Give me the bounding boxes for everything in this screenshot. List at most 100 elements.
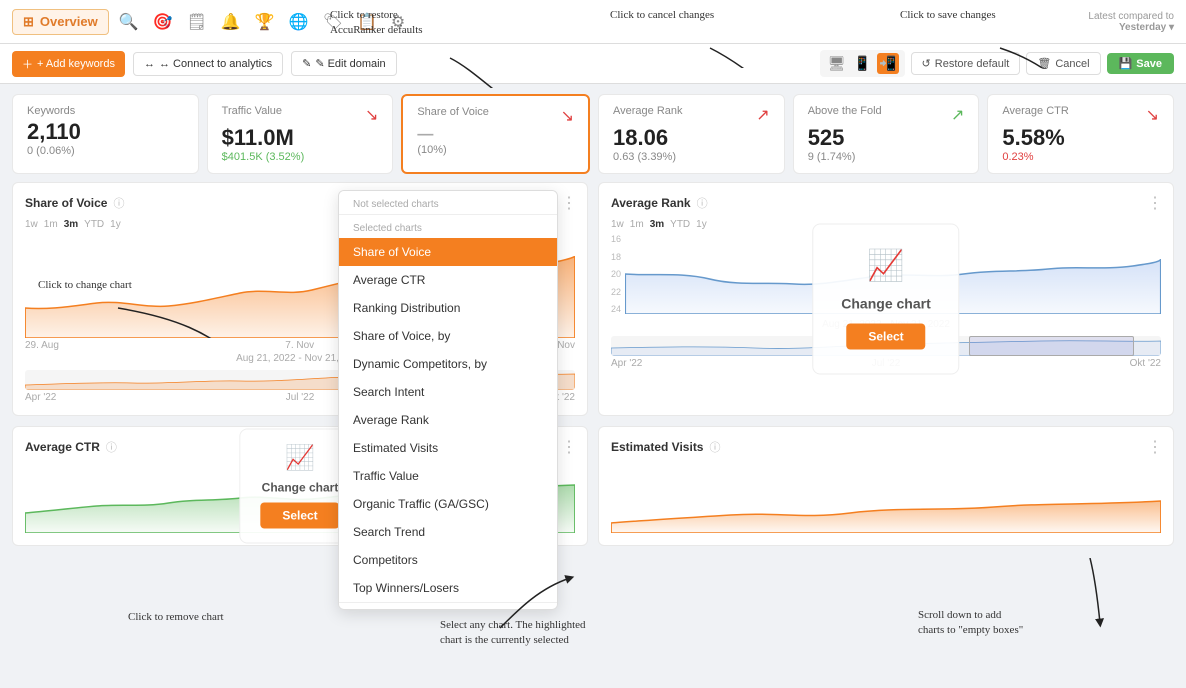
traffic-value-value: $11.0M: [222, 125, 379, 151]
select-chart-button[interactable]: Select: [846, 324, 925, 350]
latest-compare-label: Latest compared to Yesterday ▾: [1088, 11, 1174, 33]
remove-chart-annotation: Click to remove chart: [128, 610, 224, 625]
average-rank-arrow: ↗: [756, 105, 769, 125]
overview-label: Overview: [40, 14, 98, 29]
settings-icon[interactable]: ⚙: [391, 12, 405, 32]
ar-nav-handle[interactable]: [969, 336, 1134, 356]
ctr-info-icon: ⓘ: [106, 439, 117, 455]
ev-info-icon: ⓘ: [709, 439, 720, 455]
desktop-icon[interactable]: 🖥: [826, 53, 848, 74]
share-of-voice-arrow: ↘: [561, 106, 574, 126]
save-button[interactable]: 💾 Save: [1107, 53, 1174, 74]
average-ctr-label: Average CTR: [1002, 105, 1068, 117]
sov-1m[interactable]: 1m: [44, 219, 58, 230]
ctr-more-button[interactable]: ⋮: [561, 437, 577, 457]
dropdown-item-average-ctr[interactable]: Average CTR: [339, 266, 557, 294]
estimated-visits-chart: Estimated Visits ⓘ ⋮: [598, 426, 1174, 546]
overview-nav-item[interactable]: ⊞ Overview: [12, 9, 109, 35]
ctr-change-icon: 📈: [285, 444, 315, 473]
above-fold-value: 525: [808, 125, 965, 151]
sov-chart-title: Share of Voice: [25, 196, 107, 210]
ar-more-button[interactable]: ⋮: [1147, 193, 1163, 213]
average-rank-chart: Average Rank ⓘ ⋮ 1w 1m 3m YTD 1y 1618202…: [598, 182, 1174, 416]
dropdown-item-share-of-voice[interactable]: Share of Voice: [339, 238, 557, 266]
trash-icon: 🗑: [1037, 57, 1051, 70]
ev-more-button[interactable]: ⋮: [1147, 437, 1163, 457]
dropdown-item-organic-traffic[interactable]: Organic Traffic (GA/GSC): [339, 490, 557, 518]
dropdown-item-average-rank[interactable]: Average Rank: [339, 406, 557, 434]
share-of-voice-label: Share of Voice: [417, 106, 489, 118]
stats-row: Keywords 2,110 0 (0.06%) Traffic Value ↘…: [0, 84, 1186, 182]
ar-3m[interactable]: 3m: [650, 219, 664, 230]
dropdown-item-search-trend[interactable]: Search Trend: [339, 518, 557, 546]
globe-icon[interactable]: 🌐: [289, 12, 309, 32]
cancel-button[interactable]: 🗑 Cancel: [1026, 52, 1100, 75]
stat-above-fold: Above the Fold ↗ 525 9 (1.74%): [793, 94, 980, 174]
sov-3m[interactable]: 3m: [64, 219, 78, 230]
ar-1y[interactable]: 1y: [696, 219, 707, 230]
dropdown-item-dynamic-competitors[interactable]: Dynamic Competitors, by: [339, 350, 557, 378]
remove-chart-button[interactable]: Remove chart: [339, 602, 557, 610]
average-rank-sub: 0.63 (3.39%): [613, 151, 770, 163]
dropdown-item-traffic-value[interactable]: Traffic Value: [339, 462, 557, 490]
nav-right: Latest compared to Yesterday ▾: [1088, 11, 1174, 33]
stat-keywords: Keywords 2,110 0 (0.06%): [12, 94, 199, 174]
ctr-change-label: Change chart: [262, 481, 339, 495]
stat-traffic-value: Traffic Value ↘ $11.0M $401.5K (3.52%): [207, 94, 394, 174]
sov-1w[interactable]: 1w: [25, 219, 38, 230]
trophy-icon[interactable]: 🏆: [255, 12, 275, 32]
latest-compare-text: Latest compared to Yesterday ▾: [1088, 11, 1174, 33]
average-ctr-arrow: ↘: [1146, 105, 1159, 125]
restore-default-button[interactable]: ↺ Restore default: [911, 52, 1021, 75]
traffic-value-sub: $401.5K (3.52%): [222, 151, 379, 163]
dropdown-item-competitors[interactable]: Competitors: [339, 546, 557, 574]
stat-average-rank: Average Rank ↗ 18.06 0.63 (3.39%): [598, 94, 785, 174]
change-chart-label: Change chart: [841, 296, 930, 312]
notes-icon[interactable]: 🗒: [187, 12, 207, 32]
tablet-icon[interactable]: 📱: [852, 53, 873, 74]
above-fold-label: Above the Fold: [808, 105, 882, 117]
bottom-charts-row: Average CTR ⓘ ⋮ 📈 Change chart Select: [0, 426, 1186, 556]
ctr-select-button[interactable]: Select: [260, 503, 339, 529]
connect-analytics-button[interactable]: ↔ ↔ Connect to analytics: [133, 52, 283, 76]
toolbar: ＋ + Add keywords ↔ ↔ Connect to analytic…: [0, 44, 1186, 84]
sov-1y[interactable]: 1y: [110, 219, 121, 230]
save-icon: 💾: [1119, 57, 1133, 70]
tag-icon[interactable]: 🏷: [323, 12, 343, 32]
stat-share-of-voice[interactable]: Share of Voice ↘ — (10%): [401, 94, 590, 174]
share-of-voice-sub: (10%): [417, 144, 574, 156]
ar-chart-title: Average Rank: [611, 196, 691, 210]
ar-1m[interactable]: 1m: [630, 219, 644, 230]
edit-icon: ✎: [302, 57, 311, 70]
sov-ytd[interactable]: YTD: [84, 219, 104, 230]
ev-chart-title: Estimated Visits: [611, 440, 703, 454]
average-ctr-value: 5.58%: [1002, 125, 1159, 151]
chart-dropdown[interactable]: Not selected charts Selected charts Shar…: [338, 190, 558, 610]
not-selected-label: Not selected charts: [339, 191, 557, 214]
above-fold-sub: 9 (1.74%): [808, 151, 965, 163]
search-icon[interactable]: 🔍: [119, 12, 139, 32]
bell-icon[interactable]: 🔔: [221, 12, 241, 32]
list-icon[interactable]: 📋: [357, 12, 377, 32]
edit-domain-button[interactable]: ✎ ✎ Edit domain: [291, 51, 397, 76]
traffic-value-arrow: ↘: [365, 105, 378, 125]
dropdown-item-share-of-voice-by[interactable]: Share of Voice, by: [339, 322, 557, 350]
keywords-value: 2,110: [27, 119, 184, 145]
dropdown-item-search-intent[interactable]: Search Intent: [339, 378, 557, 406]
average-ctr-sub: 0.23%: [1002, 151, 1159, 163]
mobile-icon[interactable]: 📲: [877, 53, 898, 74]
ar-1w[interactable]: 1w: [611, 219, 624, 230]
traffic-value-label: Traffic Value: [222, 105, 282, 117]
target-icon[interactable]: 🎯: [153, 12, 173, 32]
dropdown-item-ranking-distribution[interactable]: Ranking Distribution: [339, 294, 557, 322]
nav-icons: 🔍 🎯 🗒 🔔 🏆 🌐 🏷 📋 ⚙: [119, 12, 1079, 32]
ar-ytd[interactable]: YTD: [670, 219, 690, 230]
ar-info-icon: ⓘ: [697, 195, 708, 211]
dropdown-item-top-winners[interactable]: Top Winners/Losers: [339, 574, 557, 602]
connect-icon: ↔: [144, 58, 155, 70]
dropdown-item-estimated-visits[interactable]: Estimated Visits: [339, 434, 557, 462]
above-fold-arrow: ↗: [951, 105, 964, 125]
add-keywords-button[interactable]: ＋ + Add keywords: [12, 51, 125, 77]
toolbar-right: 🖥 📱 📲 ↺ Restore default 🗑 Cancel 💾 Save: [820, 50, 1174, 77]
sov-more-button[interactable]: ⋮: [561, 193, 577, 213]
